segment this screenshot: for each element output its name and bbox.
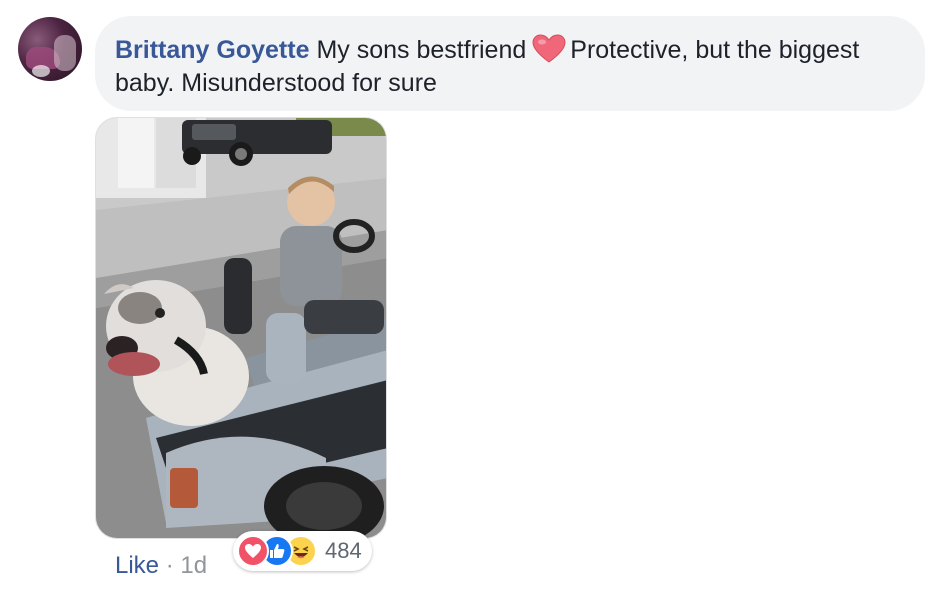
author-name-link[interactable]: Brittany Goyette bbox=[115, 36, 309, 64]
reactions-summary[interactable]: 484 bbox=[233, 531, 372, 571]
like-link[interactable]: Like bbox=[115, 552, 159, 579]
comment-bubble: Brittany Goyette My sons bestfriend Prot… bbox=[95, 16, 925, 111]
photo-image bbox=[96, 118, 386, 538]
comment-text-part-1: My sons bestfriend bbox=[316, 36, 527, 64]
reaction-count: 484 bbox=[325, 538, 362, 563]
avatar-shape bbox=[32, 65, 50, 77]
love-icon bbox=[237, 535, 269, 567]
action-separator: · bbox=[165, 552, 174, 579]
avatar[interactable] bbox=[18, 17, 82, 81]
comment: Brittany Goyette My sons bestfriend Prot… bbox=[0, 0, 938, 594]
comment-photo[interactable] bbox=[95, 117, 387, 539]
comment-actions: Like · 1d bbox=[115, 552, 207, 580]
heart-emoji-icon bbox=[532, 34, 566, 63]
avatar-shape bbox=[54, 35, 76, 71]
timestamp-link[interactable]: 1d bbox=[180, 552, 207, 579]
